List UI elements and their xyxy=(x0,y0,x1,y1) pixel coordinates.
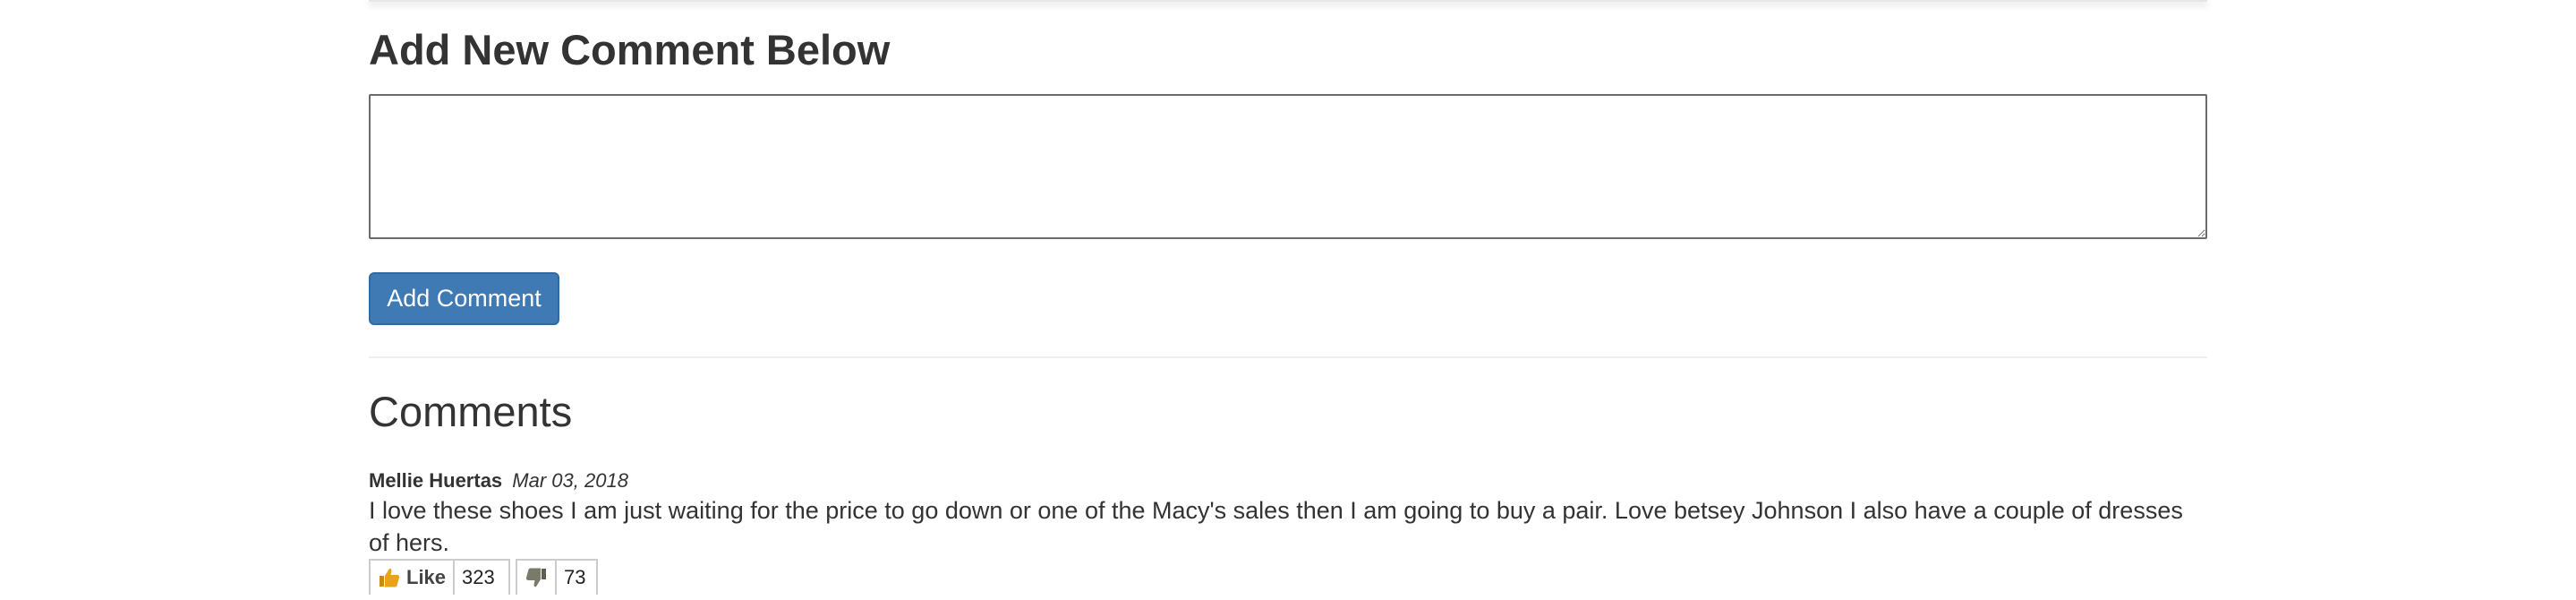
like-label: Like xyxy=(406,566,447,588)
comment-author: Mellie Huertas xyxy=(369,469,503,492)
dislike-icon-part[interactable] xyxy=(517,561,555,595)
comment-text: I love these shoes I am just waiting for… xyxy=(369,497,2183,556)
section-divider xyxy=(369,356,2207,358)
comments-heading: Comments xyxy=(369,388,573,435)
like-count: 323 xyxy=(453,561,502,595)
add-comment-heading: Add New Comment Below xyxy=(369,26,891,73)
like-label-part[interactable]: Like xyxy=(371,561,453,595)
add-comment-button[interactable]: Add Comment xyxy=(369,272,559,325)
header-shadow-edge xyxy=(369,0,2207,2)
dislike-count: 73 xyxy=(555,561,593,595)
comment-date: Mar 03, 2018 xyxy=(512,469,628,492)
dislike-button[interactable]: 73 xyxy=(516,559,598,595)
thumbs-down-icon xyxy=(525,566,548,589)
comment-meta: Mellie Huertas Mar 03, 2018 xyxy=(369,467,628,494)
like-button[interactable]: Like 323 xyxy=(369,559,510,595)
thumbs-up-icon xyxy=(378,566,401,589)
comment-textarea[interactable] xyxy=(369,94,2207,239)
